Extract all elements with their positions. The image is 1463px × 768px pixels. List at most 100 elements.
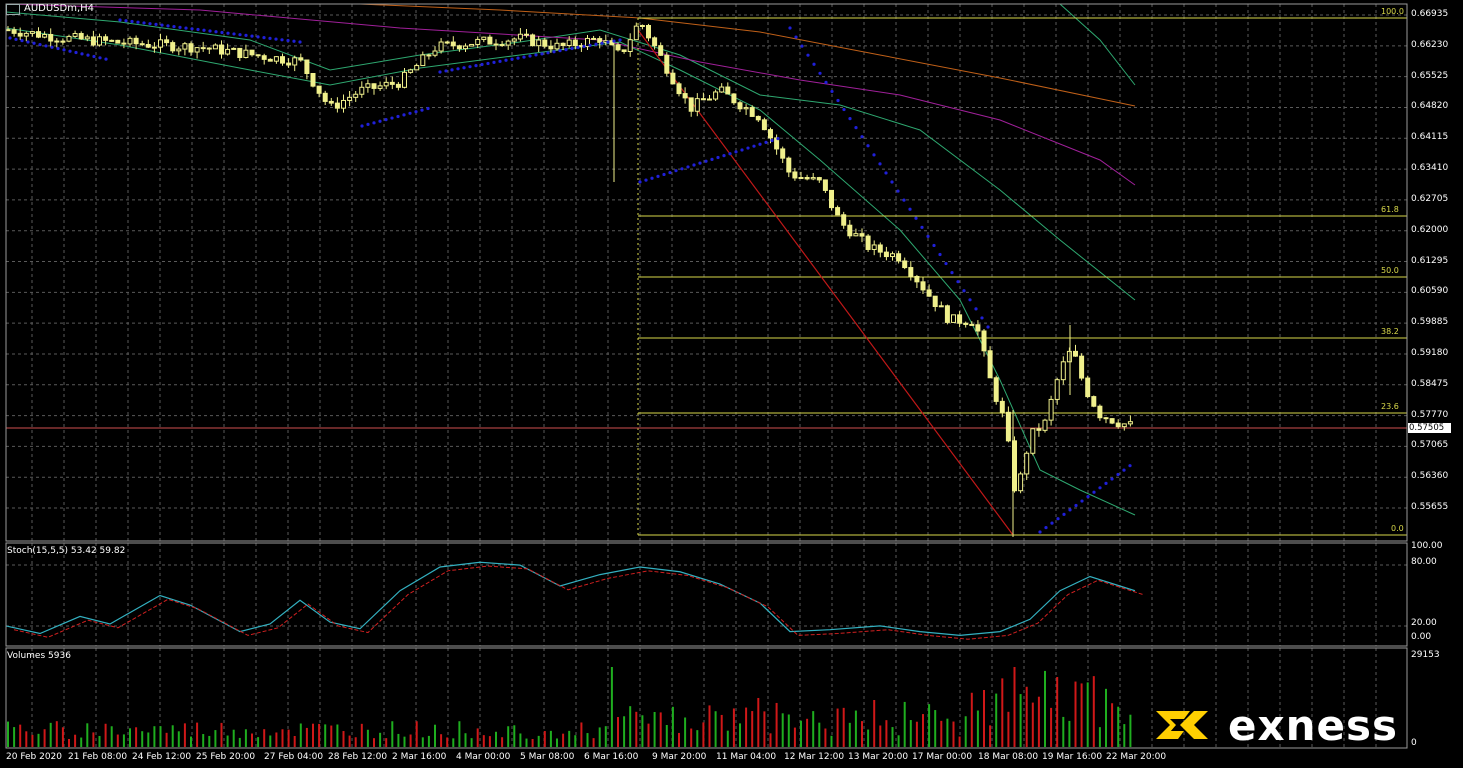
sar-dot xyxy=(8,36,12,40)
candle-body xyxy=(627,39,633,52)
sar-dot xyxy=(390,116,394,120)
candle-body xyxy=(664,54,670,74)
candle-body xyxy=(542,39,548,47)
candle-body xyxy=(280,56,285,64)
candle-body xyxy=(17,32,23,37)
sar-dot xyxy=(908,207,912,211)
fib-level-label: 0.0 xyxy=(1391,524,1404,533)
candle-body xyxy=(243,49,249,58)
sar-dot xyxy=(1056,517,1060,521)
candle-body xyxy=(761,119,767,131)
price-tick-label: 0.59180 xyxy=(1411,347,1449,358)
fibonacci-retracement[interactable] xyxy=(6,17,1407,536)
sar-dot xyxy=(842,107,846,112)
bollinger-upper-right xyxy=(1059,3,1136,86)
sar-dot xyxy=(190,27,194,31)
candle-body xyxy=(719,86,725,93)
candle-body xyxy=(1109,418,1115,424)
sar-dot xyxy=(698,161,702,165)
candle-body xyxy=(749,107,755,117)
candle-body xyxy=(310,73,316,87)
price-tick-label: 0.66935 xyxy=(1411,9,1449,19)
candle-body xyxy=(109,39,115,42)
sar-dot xyxy=(214,30,218,34)
sar-dot xyxy=(734,150,738,154)
candle-body xyxy=(267,58,273,62)
sar-dot xyxy=(606,40,610,44)
candle-body xyxy=(963,322,969,325)
candle-body xyxy=(115,39,121,44)
sar-dot xyxy=(1122,468,1126,472)
candle-body xyxy=(517,33,523,40)
candle-body xyxy=(938,305,944,308)
candle-body xyxy=(341,99,346,109)
price-tick-label: 0.62705 xyxy=(1411,193,1449,204)
time-tick-label: 17 Mar 00:00 xyxy=(912,752,973,762)
candle-body xyxy=(1018,473,1024,492)
sar-dot xyxy=(558,49,562,53)
time-tick-label: 18 Mar 08:00 xyxy=(978,752,1039,762)
sar-dot xyxy=(1098,486,1102,490)
brand-name: exness xyxy=(1228,700,1398,750)
candle-body xyxy=(780,148,786,159)
candle-body xyxy=(1036,428,1042,431)
sar-dot xyxy=(674,169,678,173)
sar-dot xyxy=(890,180,894,184)
candle-body xyxy=(420,54,426,67)
parabolic-sar xyxy=(8,18,1132,534)
sar-dot xyxy=(962,289,966,293)
sar-dot xyxy=(938,252,942,257)
sar-dot xyxy=(274,37,278,41)
sar-dot xyxy=(818,71,822,75)
candle-body xyxy=(1121,423,1127,428)
sar-dot xyxy=(594,42,598,46)
sar-dot xyxy=(486,61,490,66)
price-tick-label: 0.66230 xyxy=(1411,39,1449,50)
candle-body xyxy=(932,295,938,307)
chart-canvas[interactable] xyxy=(0,0,1463,768)
sar-dot xyxy=(172,25,176,29)
price-tick-label: 0.56360 xyxy=(1411,471,1449,482)
candle-body xyxy=(151,46,157,49)
sar-dot xyxy=(516,56,520,60)
sar-dot xyxy=(402,113,406,117)
candle-body xyxy=(847,224,853,237)
candle-body xyxy=(84,36,90,40)
candle-body xyxy=(200,47,206,50)
sar-dot xyxy=(50,45,54,49)
candle-body xyxy=(816,177,822,181)
candle-body xyxy=(499,44,505,47)
sar-dot xyxy=(1038,530,1042,534)
candle-body xyxy=(1091,396,1097,407)
volume-axis-label: 29153 xyxy=(1411,650,1440,660)
candle-body xyxy=(1079,355,1085,379)
candle-body xyxy=(90,36,96,46)
price-tick-label: 0.64115 xyxy=(1411,132,1449,143)
volumes-title: Volumes 5936 xyxy=(7,651,71,661)
price-tick-label: 0.61295 xyxy=(1411,255,1449,266)
candlesticks xyxy=(5,22,1133,537)
candle-body xyxy=(591,37,597,40)
candle-body xyxy=(944,305,950,323)
sar-dot xyxy=(686,165,690,169)
candle-body xyxy=(36,31,41,38)
candle-body xyxy=(743,107,749,110)
candle-body xyxy=(676,83,682,95)
candle-body xyxy=(1127,421,1133,425)
sar-dot xyxy=(770,138,774,143)
sar-dot xyxy=(788,26,792,30)
ma-purple-line xyxy=(5,3,1136,186)
candle-body xyxy=(66,35,72,42)
candle-body xyxy=(72,33,78,37)
sar-dot xyxy=(26,40,30,44)
sar-dot xyxy=(564,48,568,52)
candle-body xyxy=(23,32,29,37)
sar-dot xyxy=(136,20,140,24)
candle-body xyxy=(286,62,292,66)
sar-dot xyxy=(420,108,424,112)
price-tick-label: 0.64820 xyxy=(1411,101,1449,112)
sar-dot xyxy=(986,325,990,329)
sar-dot xyxy=(44,44,48,48)
candle-body xyxy=(560,42,566,47)
sar-dot xyxy=(860,135,864,139)
